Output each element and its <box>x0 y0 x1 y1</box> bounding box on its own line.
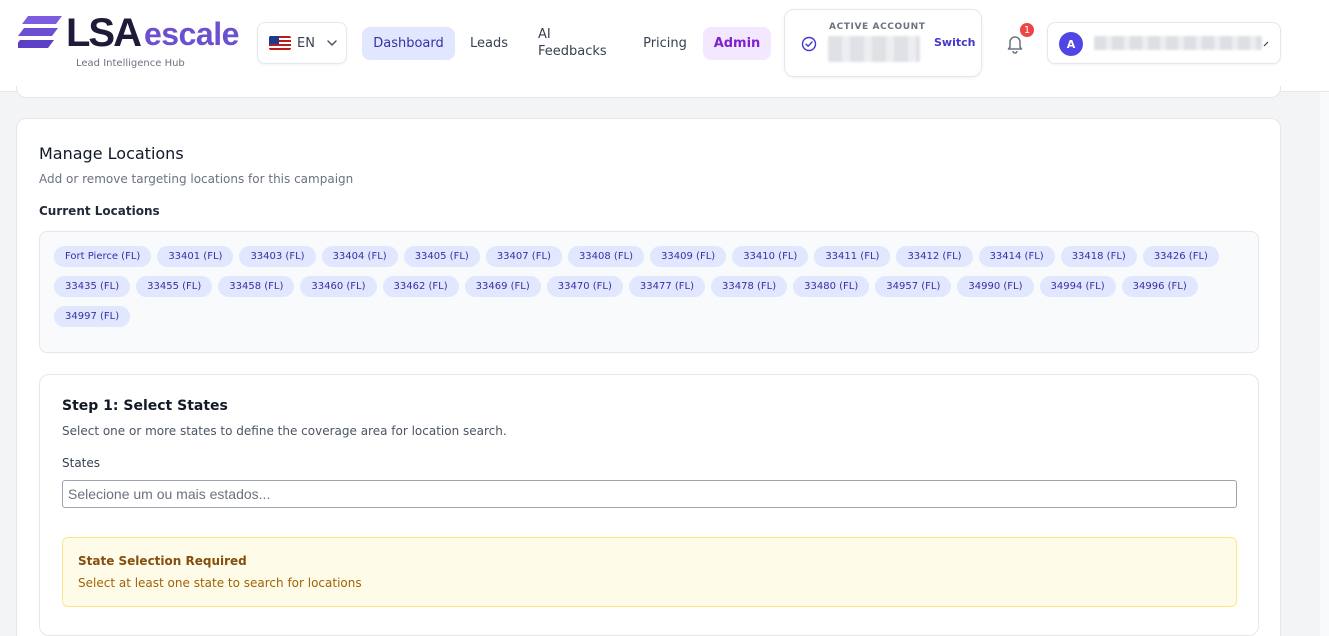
current-locations-list: Fort Pierce (FL) 33401 (FL) 33403 (FL) 3340… <box>39 231 1259 353</box>
switch-account-button[interactable]: Switch <box>934 36 975 49</box>
location-chip[interactable]: 33403 (FL) <box>239 246 316 267</box>
location-chip[interactable]: 33460 (FL) <box>300 276 377 297</box>
location-chip[interactable]: 33409 (FL) <box>650 246 727 267</box>
manage-locations-card: Manage Locations Add or remove targeting… <box>16 118 1281 636</box>
location-chip[interactable]: 33470 (FL) <box>546 276 623 297</box>
location-chip[interactable]: 33480 (FL) <box>793 276 870 297</box>
location-chip[interactable]: 33410 (FL) <box>732 246 809 267</box>
location-chip[interactable]: 33405 (FL) <box>403 246 480 267</box>
language-code: EN <box>297 35 315 51</box>
location-chip[interactable]: 34994 (FL) <box>1039 276 1116 297</box>
location-chip[interactable]: 34996 (FL) <box>1121 276 1198 297</box>
location-chip[interactable]: 33407 (FL) <box>485 246 562 267</box>
alert-text: Select at least one state to search for … <box>78 576 362 590</box>
scrollbar[interactable] <box>1320 92 1329 636</box>
step1-card: Step 1: Select States Select one or more… <box>39 374 1259 636</box>
chevron-down-icon <box>327 40 337 46</box>
location-chip[interactable]: 33426 (FL) <box>1142 246 1219 267</box>
location-chip[interactable]: 33418 (FL) <box>1060 246 1137 267</box>
current-locations-label: Current Locations <box>39 204 160 218</box>
location-chip[interactable]: 34997 (FL) <box>54 306 131 327</box>
location-chip[interactable]: 33404 (FL) <box>321 246 398 267</box>
active-account-panel: ACTIVE ACCOUNT Switch <box>784 9 982 77</box>
user-name-redacted <box>1094 36 1262 50</box>
location-chip[interactable]: 33478 (FL) <box>711 276 788 297</box>
location-chip[interactable]: 34957 (FL) <box>875 276 952 297</box>
state-required-alert: State Selection Required Select at least… <box>62 537 1237 607</box>
avatar: A <box>1059 32 1083 56</box>
location-chips: Fort Pierce (FL) 33401 (FL) 33403 (FL) 3340… <box>54 246 1254 327</box>
brand-name-escale: escale <box>144 16 239 52</box>
language-selector[interactable]: EN <box>257 22 347 64</box>
location-chip[interactable]: 33477 (FL) <box>628 276 705 297</box>
check-circle-icon <box>801 36 817 52</box>
location-chip[interactable]: 33401 (FL) <box>157 246 234 267</box>
nav-dashboard[interactable]: Dashboard <box>362 27 455 60</box>
active-account-label: ACTIVE ACCOUNT <box>829 22 926 32</box>
user-menu[interactable]: A <box>1047 22 1281 64</box>
logo-mark-icon <box>18 16 62 48</box>
brand-logo[interactable]: LSA escale Lead Intelligence Hub <box>18 10 244 74</box>
us-flag-icon <box>269 36 291 50</box>
location-chip[interactable]: 33411 (FL) <box>814 246 891 267</box>
location-chip[interactable]: 33412 (FL) <box>896 246 973 267</box>
location-chip[interactable]: Fort Pierce (FL) <box>54 246 152 267</box>
account-name-redacted <box>828 36 920 62</box>
nav-ai-feedbacks[interactable]: AI Feedbacks <box>538 24 608 62</box>
location-chip[interactable]: 33414 (FL) <box>978 246 1055 267</box>
manage-locations-title: Manage Locations <box>39 144 184 163</box>
nav-admin[interactable]: Admin <box>703 27 771 60</box>
brand-name-lsa: LSA <box>66 11 142 55</box>
caret-icon <box>1263 41 1269 47</box>
step1-title: Step 1: Select States <box>62 398 228 414</box>
step1-description: Select one or more states to define the … <box>62 424 507 438</box>
states-label: States <box>62 456 101 470</box>
location-chip[interactable]: 33458 (FL) <box>218 276 295 297</box>
location-chip[interactable]: 33462 (FL) <box>382 276 459 297</box>
location-chip[interactable]: 33435 (FL) <box>54 276 131 297</box>
top-header: LSA escale Lead Intelligence Hub EN Dash… <box>0 0 1329 92</box>
states-input[interactable] <box>62 480 1237 508</box>
location-chip[interactable]: 33455 (FL) <box>136 276 213 297</box>
location-chip[interactable]: 34990 (FL) <box>957 276 1034 297</box>
brand-tagline: Lead Intelligence Hub <box>76 58 185 69</box>
location-chip[interactable]: 33469 (FL) <box>464 276 541 297</box>
location-chip[interactable]: 33408 (FL) <box>567 246 645 267</box>
previous-card <box>16 86 1281 98</box>
nav-leads[interactable]: Leads <box>464 27 514 60</box>
manage-locations-description: Add or remove targeting locations for th… <box>39 172 354 186</box>
nav-pricing[interactable]: Pricing <box>636 27 694 60</box>
alert-title: State Selection Required <box>78 554 247 568</box>
notification-badge: 1 <box>1018 21 1036 39</box>
